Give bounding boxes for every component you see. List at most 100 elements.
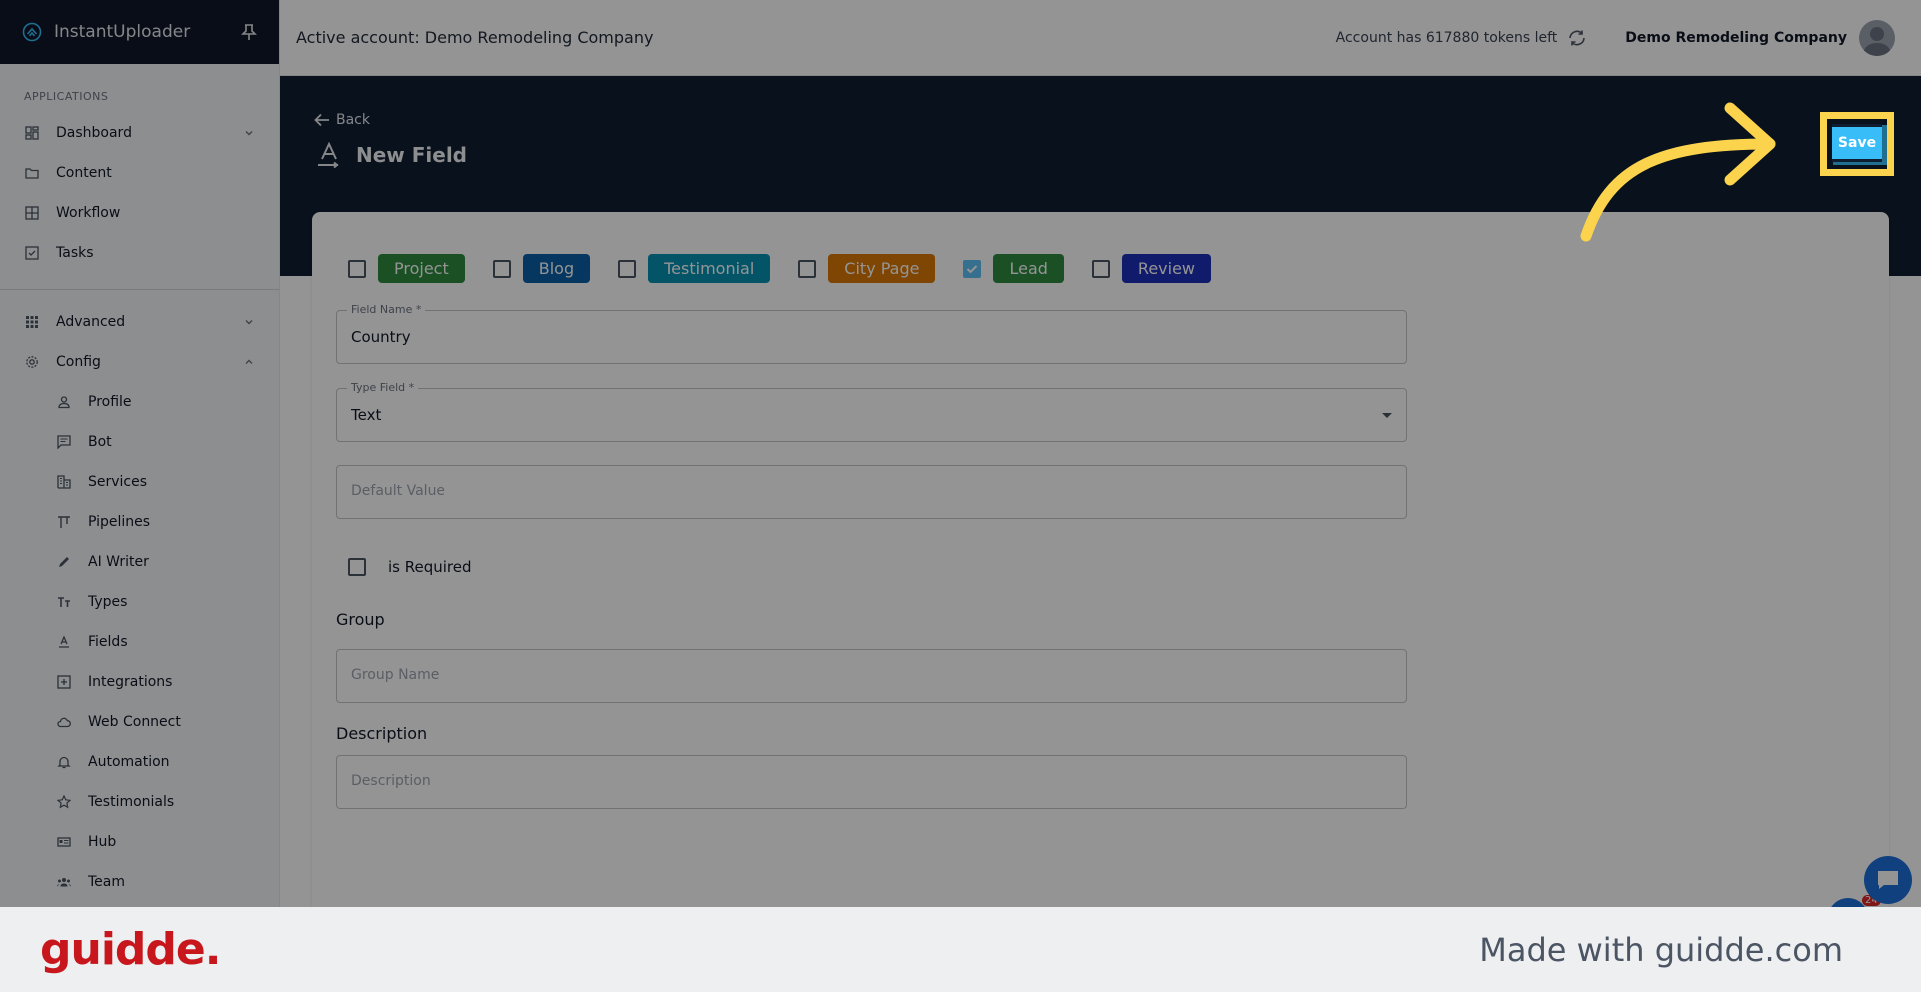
gear-icon [24,354,40,370]
type-checkbox[interactable] [348,259,366,278]
sidebar-item-fields[interactable]: Fields [0,622,279,662]
group-name-placeholder: Group Name [351,667,440,683]
group-name-input[interactable]: Group Name [336,649,1407,703]
type-tag: Blog [522,254,591,283]
chat-icon [1878,871,1898,889]
type-option-city-page[interactable]: City Page [798,254,936,283]
sidebar-item-label: Automation [88,754,170,770]
type-option-review[interactable]: Review [1091,254,1212,283]
sidebar-item-advanced[interactable]: Advanced [0,302,279,342]
sidebar-item-label: Dashboard [56,125,132,141]
sidebar-item-label: Types [88,594,128,610]
sidebar-item-config[interactable]: Config [0,342,279,382]
brand-bar: InstantUploader [0,0,279,64]
sidebar-item-integrations[interactable]: Integrations [0,662,279,702]
page-title: New Field [316,142,467,168]
sidebar: InstantUploader APPLICATIONS Dashboard C… [0,0,280,907]
app: InstantUploader APPLICATIONS Dashboard C… [0,0,1921,907]
token-count: Account has 617880 tokens left [1336,29,1588,47]
pin-icon[interactable] [241,23,257,41]
sidebar-item-label: Integrations [88,674,173,690]
sidebar-item-label: Hub [88,834,117,850]
sidebar-item-label: Team [88,874,126,890]
type-option-testimonial[interactable]: Testimonial [618,254,771,283]
company-name[interactable]: Demo Remodeling Company [1625,30,1847,46]
top-bar: Active account: Demo Remodeling Company … [280,0,1921,76]
caret-down-icon [1382,413,1392,418]
text-size-icon [56,594,72,610]
sidebar-item-label: Advanced [56,314,126,330]
type-selector: Project Blog Testimonial City Page Lead [348,254,1239,283]
plus-box-icon [56,674,72,690]
made-with-text: Made with guidde.com [1479,930,1843,969]
sidebar-item-label: Bot [88,434,112,450]
type-field-select[interactable]: Type Field * Text [336,381,1407,442]
type-checkbox[interactable] [618,259,637,278]
type-checkbox-checked[interactable] [963,259,982,278]
type-checkbox[interactable] [798,259,817,278]
type-option-project[interactable]: Project [348,254,465,283]
avatar[interactable] [1859,19,1895,56]
type-field-value: Text [351,406,382,424]
check-icon [967,264,978,273]
sidebar-item-services[interactable]: Services [0,462,279,502]
token-count-text: Account has 617880 tokens left [1335,29,1558,46]
field-name-label: Field Name * [347,303,426,316]
sidebar-item-dashboard[interactable]: Dashboard [0,113,279,153]
page-title-text: New Field [356,143,467,167]
sidebar-item-hub[interactable]: Hub [0,822,279,862]
type-option-blog[interactable]: Blog [492,254,591,283]
is-required-checkbox[interactable] [348,558,366,576]
sidebar-item-tasks[interactable]: Tasks [0,233,279,273]
arrow-left-icon [314,113,329,127]
chat-button[interactable] [1864,856,1912,904]
description-input[interactable]: Description [336,755,1407,809]
section-label: APPLICATIONS [24,90,109,103]
chevron-down-icon [245,320,253,325]
type-tag: Lead [993,254,1064,283]
sidebar-item-types[interactable]: Types [0,582,279,622]
default-value-input[interactable]: Default Value [336,465,1407,519]
field-name-input[interactable]: Field Name * Country [336,303,1407,364]
sidebar-item-profile[interactable]: Profile [0,382,279,422]
is-required-option[interactable]: is Required [348,558,472,576]
footer: guidde. Made with guidde.com [0,907,1921,992]
sidebar-item-content[interactable]: Content [0,153,279,193]
sidebar-item-web-connect[interactable]: Web Connect [0,702,279,742]
active-account: Active account: Demo Remodeling Company [296,28,654,47]
sidebar-divider [0,289,279,290]
refresh-icon[interactable] [1567,29,1587,47]
chevron-down-icon [245,131,253,136]
dashboard-icon [24,125,40,141]
sidebar-item-team[interactable]: Team [0,862,279,902]
type-option-lead[interactable]: Lead [963,254,1064,283]
type-checkbox[interactable] [1091,259,1110,278]
person-icon [56,394,72,410]
type-tag: City Page [828,254,936,283]
default-value-placeholder: Default Value [351,483,446,499]
id-card-icon [56,834,72,850]
guidde-logo: guidde. [40,924,221,975]
group-heading: Group [336,610,385,629]
type-checkbox[interactable] [492,259,511,278]
type-tag: Review [1121,254,1212,283]
sidebar-item-automation[interactable]: Automation [0,742,279,782]
sidebar-item-ai-writer[interactable]: AI Writer [0,542,279,582]
pointer-arrow-icon [1580,102,1776,242]
sidebar-item-testimonials[interactable]: Testimonials [0,782,279,822]
brand-name: InstantUploader [54,22,191,42]
sidebar-item-pipelines[interactable]: Pipelines [0,502,279,542]
description-heading: Description [336,724,428,743]
is-required-label: is Required [388,558,472,576]
type-tag: Testimonial [648,254,771,283]
nav-config: Profile Bot Services Pipelines AI Writer… [0,382,279,902]
back-link[interactable]: Back [314,112,370,128]
pipeline-icon [56,514,72,530]
sidebar-item-workflow[interactable]: Workflow [0,193,279,233]
sidebar-item-bot[interactable]: Bot [0,422,279,462]
sidebar-item-label: Content [56,165,112,181]
field-icon [56,634,72,650]
description-placeholder: Description [351,773,431,789]
nav-groups: Advanced Config [0,302,279,382]
sidebar-item-label: AI Writer [88,554,149,570]
